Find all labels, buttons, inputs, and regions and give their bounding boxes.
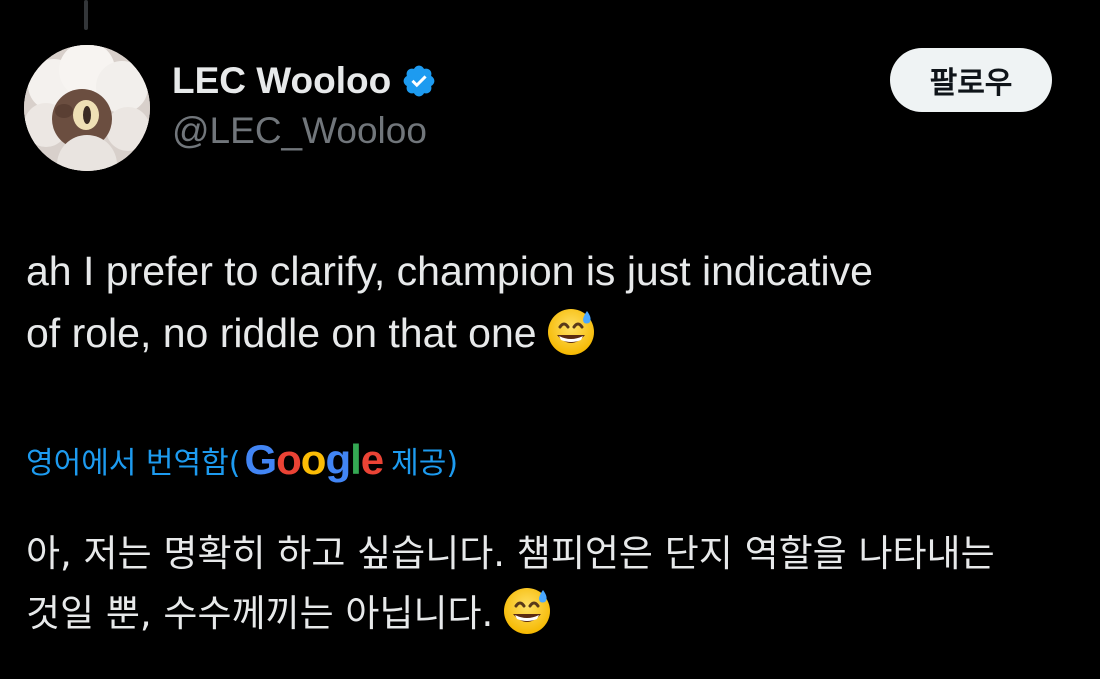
tweet-text-line-2-content: of role, no riddle on that one [26, 310, 537, 356]
translation-suffix[interactable]: 제공) [391, 438, 458, 482]
google-letter: l [350, 436, 362, 483]
tweet-text-line-1: ah I prefer to clarify, champion is just… [26, 248, 873, 294]
verified-badge-icon[interactable] [401, 63, 437, 99]
thread-connector-line [84, 0, 88, 30]
google-letter: o [276, 436, 302, 483]
translation-attribution[interactable]: 영어에서 번역함( Google 제공) [26, 432, 458, 488]
tweet-text-line-2: of role, no riddle on that one [26, 302, 1086, 364]
google-letter: G [244, 436, 277, 483]
author-handle[interactable]: @LEC_Wooloo [172, 110, 427, 152]
translated-line-2-content: 것일 뿐, 수수께끼는 아닙니다. [26, 592, 494, 635]
google-logo-icon: Google [244, 436, 384, 484]
translated-line-2: 것일 뿐, 수수께끼는 아닙니다. [26, 584, 1086, 644]
translated-tweet-body: 아, 저는 명확히 하고 싶습니다. 챔피언은 단지 역할을 나타내는 것일 뿐… [26, 524, 1086, 644]
translated-line-1: 아, 저는 명확히 하고 싶습니다. 챔피언은 단지 역할을 나타내는 [26, 532, 995, 575]
avatar[interactable] [24, 45, 150, 171]
translation-prefix[interactable]: 영어에서 번역함( [26, 438, 240, 482]
grinning-sweat-emoji-icon [501, 584, 553, 636]
google-letter: e [360, 436, 384, 483]
google-letter: o [300, 436, 327, 483]
grinning-sweat-emoji-icon [545, 305, 597, 357]
wooloo-avatar-image [24, 45, 150, 171]
author-name-row: LEC Wooloo [172, 58, 437, 104]
tweet-body: ah I prefer to clarify, champion is just… [26, 240, 1086, 364]
follow-button[interactable]: 팔로우 [890, 48, 1052, 112]
author-display-name[interactable]: LEC Wooloo [172, 60, 391, 102]
google-letter: g [325, 436, 351, 483]
